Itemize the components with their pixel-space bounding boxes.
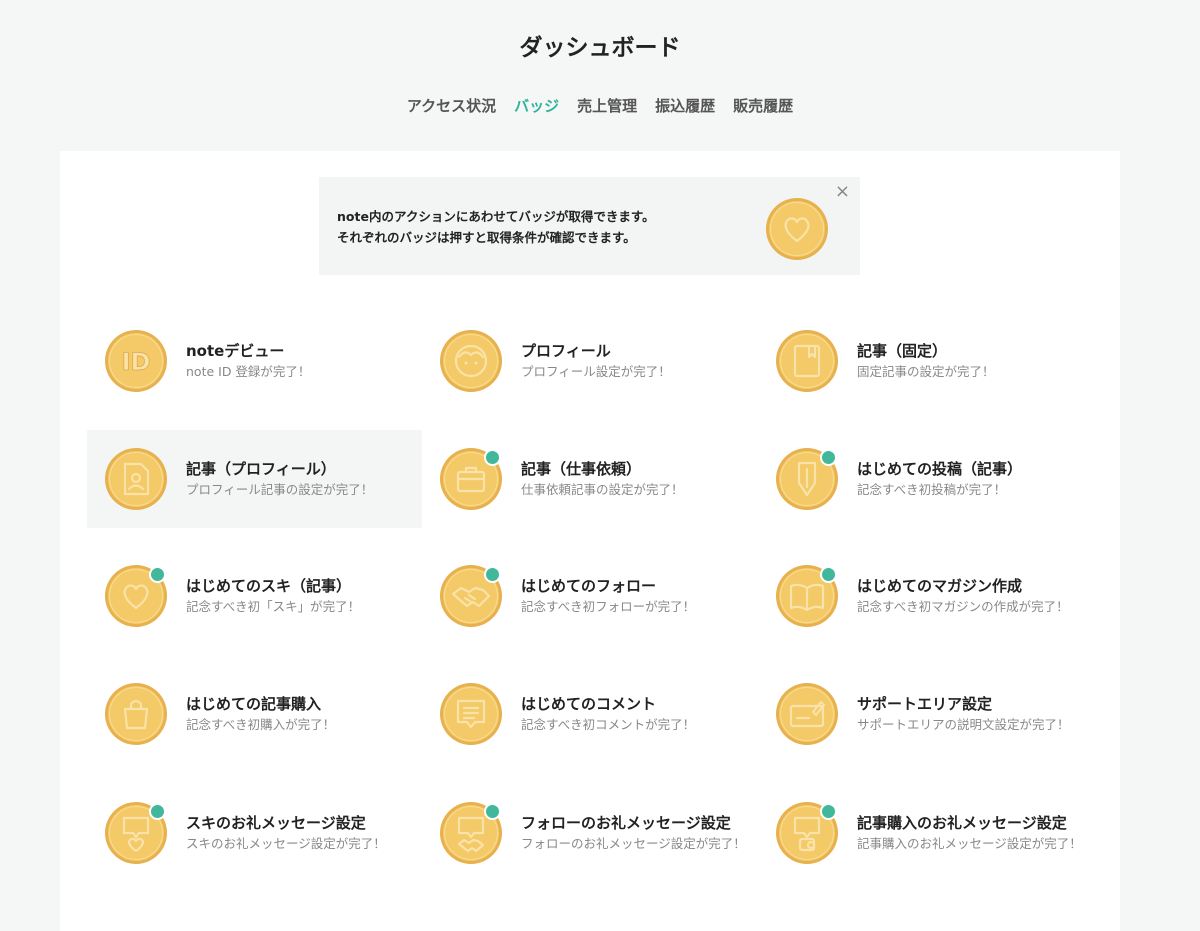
badge-text: サポートエリア設定 サポートエリアの説明文設定が完了！: [857, 665, 1087, 763]
dashboard-tabs: アクセス状況 バッジ 売上管理 振込履歴 販売履歴: [0, 95, 1200, 116]
new-badge-dot: [484, 803, 501, 820]
badge-text: 記事（固定） 固定記事の設定が完了！: [857, 312, 1087, 410]
badge-name: noteデビュー: [186, 342, 285, 360]
badge-text: 記事（仕事依頼） 仕事依頼記事の設定が完了！: [521, 430, 751, 528]
badge-name: 記事購入のお礼メッセージ設定: [857, 814, 1067, 832]
tab-sales[interactable]: 売上管理: [577, 95, 637, 116]
badge-description: 仕事依頼記事の設定が完了！: [521, 482, 684, 497]
badge-text: プロフィール プロフィール設定が完了！: [521, 312, 751, 410]
new-badge-dot: [820, 566, 837, 583]
badge-name: プロフィール: [521, 342, 611, 360]
tab-purchase-history[interactable]: 販売履歴: [733, 95, 793, 116]
notice-line-1: note内のアクションにあわせてバッジが取得できます。: [337, 209, 655, 224]
badge-item[interactable]: スキのお礼メッセージ設定 スキのお礼メッセージ設定が完了！: [87, 784, 422, 882]
message-heart-icon: [104, 801, 168, 865]
badge-text: 記事購入のお礼メッセージ設定 記事購入のお礼メッセージ設定が完了！: [857, 784, 1087, 882]
heart-coin-icon: [765, 197, 829, 261]
badge-name: 記事（仕事依頼）: [521, 460, 642, 478]
edit-panel-icon: [775, 682, 839, 746]
badge-item[interactable]: 記事（仕事依頼） 仕事依頼記事の設定が完了！: [422, 430, 757, 528]
badge-description: 記事購入のお礼メッセージ設定が完了！: [857, 836, 1082, 851]
bookmark-icon: [775, 329, 839, 393]
badge-item[interactable]: はじめてのマガジン作成 記念すべき初マガジンの作成が完了！: [758, 547, 1093, 645]
tab-badges[interactable]: バッジ: [514, 95, 559, 116]
badge-item[interactable]: はじめてのスキ（記事） 記念すべき初「スキ」が完了！: [87, 547, 422, 645]
badge-description: プロフィール記事の設定が完了！: [186, 482, 374, 497]
badge-item[interactable]: サポートエリア設定 サポートエリアの説明文設定が完了！: [758, 665, 1093, 763]
new-badge-dot: [149, 803, 166, 820]
badge-text: はじめてのフォロー 記念すべき初フォローが完了！: [521, 547, 751, 645]
notice-text: note内のアクションにあわせてバッジが取得できます。 それぞれのバッジは押すと…: [337, 206, 655, 248]
badge-item[interactable]: はじめてのフォロー 記念すべき初フォローが完了！: [422, 547, 757, 645]
badge-item[interactable]: はじめての投稿（記事） 記念すべき初投稿が完了！: [758, 430, 1093, 528]
badge-item[interactable]: 記事（プロフィール） プロフィール記事の設定が完了！: [87, 430, 422, 528]
badge-text: はじめてのスキ（記事） 記念すべき初「スキ」が完了！: [186, 547, 416, 645]
badge-description: 記念すべき初投稿が完了！: [857, 482, 1007, 497]
badge-description: プロフィール設定が完了！: [521, 364, 671, 379]
badge-text: はじめての投稿（記事） 記念すべき初投稿が完了！: [857, 430, 1087, 528]
profile-card-icon: [104, 447, 168, 511]
badge-name: スキのお礼メッセージ設定: [186, 814, 366, 832]
badge-text: noteデビュー note ID 登録が完了！: [186, 312, 416, 410]
shopping-bag-icon: [104, 682, 168, 746]
badge-description: 記念すべき初購入が完了！: [186, 717, 336, 732]
badge-description: フォローのお礼メッセージ設定が完了！: [521, 836, 746, 851]
badge-item[interactable]: 記事購入のお礼メッセージ設定 記事購入のお礼メッセージ設定が完了！: [758, 784, 1093, 882]
tab-transfers[interactable]: 振込履歴: [655, 95, 715, 116]
badge-name: はじめてのマガジン作成: [857, 577, 1023, 595]
badge-text: スキのお礼メッセージ設定 スキのお礼メッセージ設定が完了！: [186, 784, 416, 882]
new-badge-dot: [484, 449, 501, 466]
id-icon: ID: [104, 329, 168, 393]
badge-name: はじめてのスキ（記事）: [186, 577, 352, 595]
badge-description: 記念すべき初コメントが完了！: [521, 717, 696, 732]
badge-item[interactable]: フォローのお礼メッセージ設定 フォローのお礼メッセージ設定が完了！: [422, 784, 757, 882]
badge-name: 記事（固定）: [857, 342, 948, 360]
badge-name: はじめての記事購入: [186, 695, 322, 713]
page-title: ダッシュボード: [519, 35, 681, 61]
close-icon[interactable]: ×: [835, 183, 850, 201]
badge-name: はじめてのフォロー: [521, 577, 657, 595]
new-badge-dot: [820, 449, 837, 466]
badge-item[interactable]: はじめてのコメント 記念すべき初コメントが完了！: [422, 665, 757, 763]
badge-item[interactable]: 記事（固定） 固定記事の設定が完了！: [758, 312, 1093, 410]
message-coin-icon: [775, 801, 839, 865]
handshake-icon: [439, 564, 503, 628]
new-badge-dot: [149, 566, 166, 583]
face-icon: [439, 329, 503, 393]
briefcase-icon: [439, 447, 503, 511]
info-notice: note内のアクションにあわせてバッジが取得できます。 それぞれのバッジは押すと…: [319, 177, 860, 275]
message-handshake-icon: [439, 801, 503, 865]
svg-text:ID: ID: [122, 348, 151, 376]
comment-icon: [439, 682, 503, 746]
badge-name: フォローのお礼メッセージ設定: [521, 814, 731, 832]
badge-description: 記念すべき初「スキ」が完了！: [186, 599, 361, 614]
badge-item[interactable]: ID noteデビュー note ID 登録が完了！: [87, 312, 422, 410]
badge-name: サポートエリア設定: [857, 695, 993, 713]
tab-access[interactable]: アクセス状況: [407, 95, 496, 116]
badge-description: 固定記事の設定が完了！: [857, 364, 995, 379]
badge-name: はじめてのコメント: [521, 695, 657, 713]
badge-description: 記念すべき初フォローが完了！: [521, 599, 696, 614]
badge-text: 記事（プロフィール） プロフィール記事の設定が完了！: [186, 430, 416, 528]
badge-description: スキのお礼メッセージ設定が完了！: [186, 836, 386, 851]
new-badge-dot: [820, 803, 837, 820]
badge-name: 記事（プロフィール）: [186, 460, 336, 478]
badge-description: 記念すべき初マガジンの作成が完了！: [857, 599, 1069, 614]
heart-icon: [104, 564, 168, 628]
badge-name: はじめての投稿（記事）: [857, 460, 1023, 478]
badges-panel: note内のアクションにあわせてバッジが取得できます。 それぞれのバッジは押すと…: [60, 151, 1120, 931]
badge-item[interactable]: プロフィール プロフィール設定が完了！: [422, 312, 757, 410]
notice-line-2: それぞれのバッジは押すと取得条件が確認できます。: [337, 230, 636, 245]
badge-text: はじめてのコメント 記念すべき初コメントが完了！: [521, 665, 751, 763]
badge-text: はじめてのマガジン作成 記念すべき初マガジンの作成が完了！: [857, 547, 1087, 645]
pen-icon: [775, 447, 839, 511]
badge-text: フォローのお礼メッセージ設定 フォローのお礼メッセージ設定が完了！: [521, 784, 751, 882]
badge-text: はじめての記事購入 記念すべき初購入が完了！: [186, 665, 416, 763]
open-book-icon: [775, 564, 839, 628]
new-badge-dot: [484, 566, 501, 583]
badge-item[interactable]: はじめての記事購入 記念すべき初購入が完了！: [87, 665, 422, 763]
badge-description: サポートエリアの説明文設定が完了！: [857, 717, 1070, 732]
badge-description: note ID 登録が完了！: [186, 364, 311, 379]
